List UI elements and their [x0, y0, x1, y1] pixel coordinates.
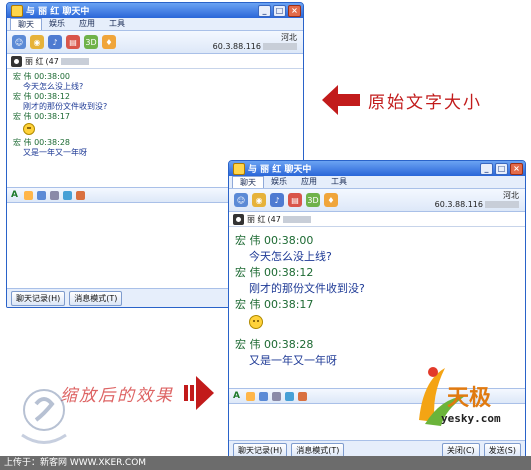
- video-icon[interactable]: ◉: [252, 193, 266, 207]
- emoticon-icon[interactable]: [24, 190, 33, 200]
- message-text: 刚才的那份文件收到没?: [249, 282, 365, 295]
- contacts-icon[interactable]: ☺: [12, 35, 26, 49]
- qq-logo-icon: [11, 4, 23, 17]
- message-header: 宏 伟 00:38:17: [235, 298, 314, 311]
- contact-name: 丽 红: [25, 56, 44, 66]
- title-bar[interactable]: 与 丽 红 聊天中 _ □ ×: [7, 3, 303, 18]
- send-image-icon[interactable]: [285, 391, 294, 401]
- window-title: 与 丽 红 聊天中: [26, 7, 90, 17]
- image-icon[interactable]: [37, 190, 46, 200]
- annotation-original: 原始文字大小: [322, 85, 482, 115]
- close-window-button[interactable]: ×: [288, 5, 301, 17]
- arrow-left-icon: [322, 85, 360, 115]
- contact-id-prefix: (47: [45, 56, 59, 66]
- tab-apps[interactable]: 应用: [72, 18, 102, 30]
- yesky-en-text: yesky.com: [441, 412, 501, 425]
- annotation-scaled-text: 缩放后的效果: [60, 385, 174, 406]
- tab-tools[interactable]: 工具: [324, 176, 354, 188]
- minimize-button[interactable]: _: [480, 163, 493, 175]
- avatar[interactable]: [233, 213, 244, 225]
- qq-logo-icon: [233, 162, 245, 175]
- tab-entertainment[interactable]: 娱乐: [42, 18, 72, 30]
- send-image-icon[interactable]: [63, 190, 72, 200]
- title-bar[interactable]: 与 丽 红 聊天中 _ □ ×: [229, 161, 525, 176]
- message-header: 宏 伟 00:38:17: [13, 112, 71, 121]
- 3d-show-icon[interactable]: 3D: [306, 193, 320, 207]
- message-mode-button[interactable]: 消息模式(T): [69, 290, 123, 306]
- tab-tools[interactable]: 工具: [102, 18, 132, 30]
- quick-reply-icon[interactable]: [76, 190, 85, 200]
- maximize-button[interactable]: □: [273, 5, 286, 17]
- peer-location: 河北: [503, 191, 519, 200]
- message-header: 宏 伟 00:38:00: [235, 234, 314, 247]
- contact-name: 丽 红: [247, 214, 266, 224]
- smiley-icon: [249, 315, 263, 329]
- close-window-button[interactable]: ×: [510, 163, 523, 175]
- message-text: 又是一年又一年呀: [23, 148, 87, 157]
- yesky-cn-text: 天极: [447, 385, 492, 411]
- message-header: 宏 伟 00:38:28: [235, 338, 314, 351]
- profile-icon[interactable]: ♦: [102, 35, 116, 49]
- screenshot-icon[interactable]: [272, 391, 281, 401]
- tab-chat[interactable]: 聊天: [232, 176, 264, 188]
- redaction-mask: [485, 201, 519, 208]
- upload-caption: 上传于：新客网 WWW.XKER.COM: [0, 456, 531, 470]
- profile-icon[interactable]: ♦: [324, 193, 338, 207]
- voice-icon[interactable]: ♪: [270, 193, 284, 207]
- video-icon[interactable]: ◉: [30, 35, 44, 49]
- message-header: 宏 伟 00:38:12: [235, 266, 314, 279]
- message-header: 宏 伟 00:38:00: [13, 72, 71, 81]
- tab-chat[interactable]: 聊天: [10, 18, 42, 30]
- screenshot-icon[interactable]: [50, 190, 59, 200]
- avatar[interactable]: [11, 55, 22, 67]
- minimize-button[interactable]: _: [258, 5, 271, 17]
- window-title: 与 丽 红 聊天中: [248, 165, 312, 175]
- history-button[interactable]: 聊天记录(H): [11, 290, 66, 306]
- tab-apps[interactable]: 应用: [294, 176, 324, 188]
- 3d-show-icon[interactable]: 3D: [84, 35, 98, 49]
- contacts-icon[interactable]: ☺: [234, 193, 248, 207]
- contact-id-prefix: (47: [267, 214, 281, 224]
- tab-entertainment[interactable]: 娱乐: [264, 176, 294, 188]
- annotation-scaled: 缩放后的效果: [60, 376, 214, 410]
- message-text: 刚才的那份文件收到没?: [23, 102, 108, 111]
- peer-location: 河北: [281, 33, 297, 42]
- file-transfer-icon[interactable]: ▤: [66, 35, 80, 49]
- redaction-mask: [263, 43, 297, 50]
- font-icon[interactable]: A: [11, 190, 20, 200]
- redaction-mask: [60, 57, 89, 65]
- maximize-button[interactable]: □: [495, 163, 508, 175]
- peer-ip: 60.3.88.116: [212, 42, 261, 51]
- message-text: 今天怎么没上线?: [249, 250, 332, 263]
- emoticon-icon[interactable]: [246, 391, 255, 401]
- arrow-right-icon: [184, 376, 214, 410]
- message-header: 宏 伟 00:38:12: [13, 92, 71, 101]
- annotation-original-text: 原始文字大小: [368, 92, 482, 113]
- site-watermark-logo: [21, 389, 67, 444]
- quick-reply-icon[interactable]: [298, 391, 307, 401]
- file-transfer-icon[interactable]: ▤: [288, 193, 302, 207]
- font-icon[interactable]: A: [233, 391, 242, 401]
- peer-ip: 60.3.88.116: [434, 200, 483, 209]
- image-icon[interactable]: [259, 391, 268, 401]
- message-text: 今天怎么没上线?: [23, 82, 84, 91]
- smiley-icon: [23, 123, 35, 135]
- message-header: 宏 伟 00:38:28: [13, 138, 71, 147]
- voice-icon[interactable]: ♪: [48, 35, 62, 49]
- redaction-mask: [282, 215, 311, 223]
- yesky-logo: 天极 yesky.com: [405, 360, 525, 440]
